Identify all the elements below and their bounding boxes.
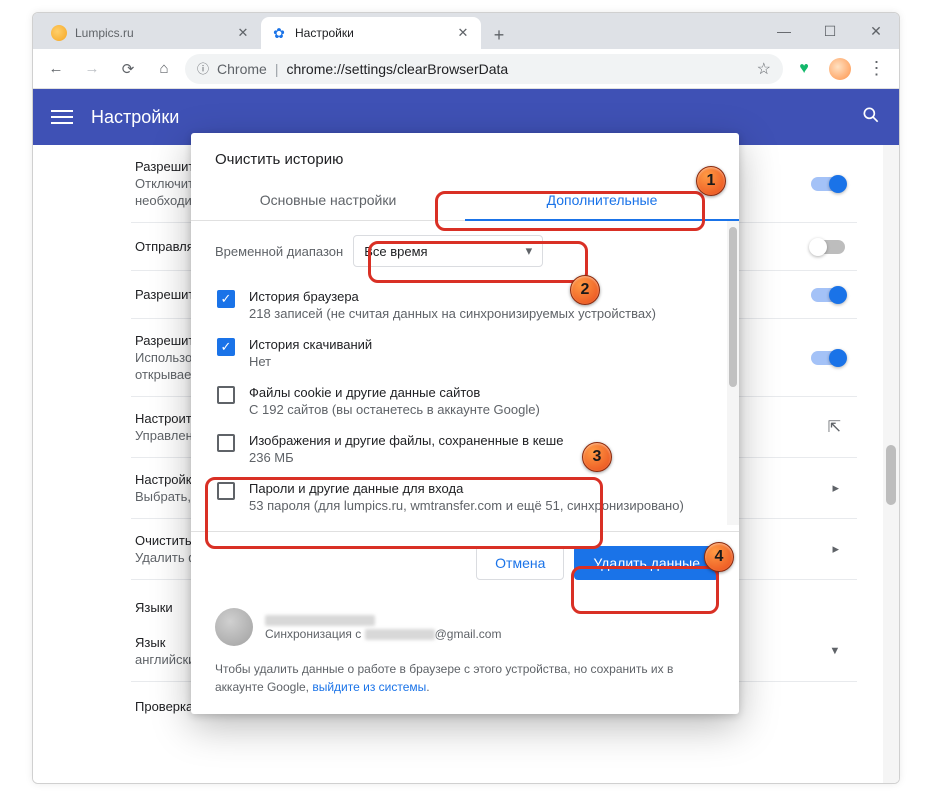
checkbox[interactable] — [217, 386, 235, 404]
tab-strip: Lumpics.ru ✕ ✿ Настройки ✕ + — ☐ ✕ — [33, 13, 899, 49]
cancel-button[interactable]: Отмена — [476, 546, 564, 580]
close-icon[interactable]: ✕ — [235, 25, 251, 41]
dialog-body: Временной диапазон Все время ▾ ✓ История… — [191, 221, 739, 525]
url-separator: | — [275, 61, 279, 77]
scrollbar-thumb[interactable] — [886, 445, 896, 505]
back-button[interactable]: ← — [41, 54, 71, 84]
list-item[interactable]: ✓ История браузера 218 записей (не счита… — [215, 281, 715, 329]
checkbox[interactable] — [217, 482, 235, 500]
time-range-label: Временной диапазон — [215, 244, 343, 259]
reload-button[interactable]: ⟳ — [113, 54, 143, 84]
close-window-button[interactable]: ✕ — [853, 13, 899, 49]
list-item[interactable]: Пароли и другие данные для входа 53 паро… — [215, 473, 715, 521]
favicon-gear-icon: ✿ — [271, 25, 287, 41]
page-title: Настройки — [91, 107, 179, 128]
sync-label: Синхронизация с — [265, 627, 361, 641]
chevron-right-icon: ▸ — [832, 480, 839, 496]
tab-title: Настройки — [295, 26, 354, 40]
chevron-right-icon: ▸ — [832, 541, 839, 557]
url-path: chrome://settings/clearBrowserData — [286, 61, 508, 77]
toggle-switch[interactable] — [811, 240, 845, 254]
checkbox[interactable] — [217, 434, 235, 452]
redacted-text — [365, 629, 435, 640]
browser-window: Lumpics.ru ✕ ✿ Настройки ✕ + — ☐ ✕ ← → ⟳… — [32, 12, 900, 784]
annotation-marker: 2 — [570, 275, 600, 305]
toggle-switch[interactable] — [811, 177, 845, 191]
toggle-switch[interactable] — [811, 288, 845, 302]
tab-settings[interactable]: ✿ Настройки ✕ — [261, 17, 481, 49]
sync-email-suffix: @gmail.com — [435, 627, 502, 641]
window-controls: — ☐ ✕ — [761, 13, 899, 49]
toggle-switch[interactable] — [811, 351, 845, 365]
chevron-down-icon: ▸ — [828, 648, 844, 655]
annotation-marker: 3 — [582, 442, 612, 472]
toolbar: ← → ⟳ ⌂ ⓘ Chrome | chrome://settings/cle… — [33, 49, 899, 89]
sign-out-link[interactable]: выйдите из системы — [312, 680, 426, 694]
shield-extension-icon[interactable]: ♥ — [789, 54, 819, 84]
checkbox[interactable]: ✓ — [217, 338, 235, 356]
list-item[interactable]: Файлы cookie и другие данные сайтов С 19… — [215, 377, 715, 425]
site-info-icon[interactable]: ⓘ — [197, 60, 209, 77]
forward-button[interactable]: → — [77, 54, 107, 84]
list-item[interactable]: Изображения и другие файлы, сохраненные … — [215, 425, 715, 473]
dialog-footnote: Чтобы удалить данные о работе в браузере… — [191, 654, 739, 714]
annotation-marker: 4 — [704, 542, 734, 572]
tab-lumpics[interactable]: Lumpics.ru ✕ — [41, 17, 261, 49]
new-tab-button[interactable]: + — [485, 21, 513, 49]
dialog-tabs: Основные настройки Дополнительные — [191, 182, 739, 221]
annotation-marker: 1 — [696, 166, 726, 196]
minimize-button[interactable]: — — [761, 13, 807, 49]
tab-title: Lumpics.ru — [75, 26, 134, 40]
scrollbar-thumb[interactable] — [729, 227, 737, 387]
favicon-orange-icon — [51, 25, 67, 41]
search-icon[interactable] — [861, 105, 881, 130]
dialog-scrollbar[interactable] — [727, 221, 739, 525]
maximize-button[interactable]: ☐ — [807, 13, 853, 49]
home-button[interactable]: ⌂ — [149, 54, 179, 84]
external-link-icon: ⇱ — [828, 417, 841, 437]
kebab-menu-icon[interactable]: ⋮ — [861, 54, 891, 84]
tab-basic[interactable]: Основные настройки — [191, 182, 465, 220]
avatar — [215, 608, 253, 646]
dialog-actions: Отмена Удалить данные — [191, 531, 739, 598]
redacted-text — [265, 615, 375, 626]
time-range-value: Все время — [364, 244, 427, 259]
chevron-down-icon: ▾ — [526, 243, 533, 259]
clear-browsing-data-dialog: Очистить историю Основные настройки Допо… — [191, 133, 739, 714]
dialog-title: Очистить историю — [191, 133, 739, 182]
sync-status: Синхронизация с @gmail.com — [191, 598, 739, 654]
address-bar[interactable]: ⓘ Chrome | chrome://settings/clearBrowse… — [185, 54, 783, 84]
time-range-select[interactable]: Все время ▾ — [353, 235, 543, 267]
extension-icon[interactable] — [825, 54, 855, 84]
bookmark-star-icon[interactable]: ☆ — [757, 59, 771, 79]
list-item[interactable]: ✓ История скачиваний Нет — [215, 329, 715, 377]
close-icon[interactable]: ✕ — [455, 25, 471, 41]
checkbox[interactable]: ✓ — [217, 290, 235, 308]
page-scrollbar[interactable] — [883, 145, 899, 783]
hamburger-menu-icon[interactable] — [51, 106, 73, 128]
confirm-delete-button[interactable]: Удалить данные — [574, 546, 719, 580]
url-scheme-label: Chrome — [217, 61, 267, 77]
